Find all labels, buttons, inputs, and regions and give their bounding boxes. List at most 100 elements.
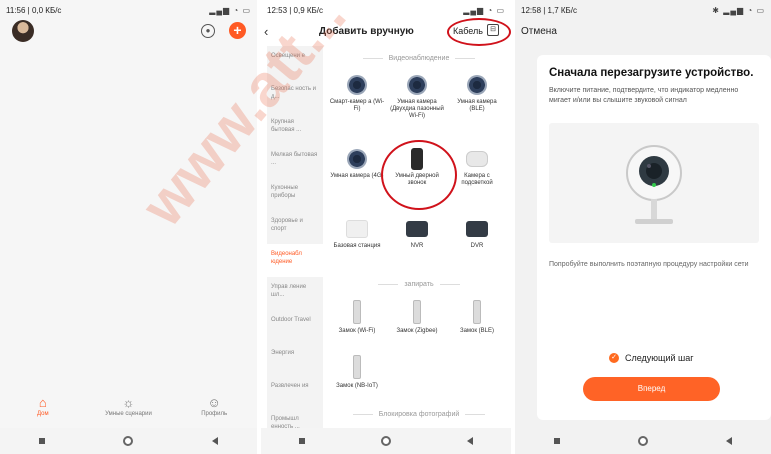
system-nav-bar [0, 428, 257, 454]
highlight-circle-cable [447, 18, 511, 46]
back-arrow-icon[interactable]: ‹ [264, 24, 268, 39]
device-label: Умная камера (BLE) [457, 99, 497, 112]
device-dualband-camera[interactable]: Умная камера (Двухдиа пазонный Wi-Fi) [389, 74, 445, 120]
sidebar-item-energy[interactable]: Энергия [267, 343, 323, 376]
section-title-lock: запирать [327, 281, 511, 291]
nvr-icon [406, 221, 428, 237]
sidebar-item-gateway[interactable]: Управ ление шл... [267, 277, 323, 310]
home-icon: ⌂ [38, 395, 47, 410]
floodlight-camera-icon [466, 151, 488, 167]
sidebar-item-lighting[interactable]: Освещени е [267, 46, 323, 79]
status-time: 12:58 | 1,7 КБ/с [521, 5, 578, 15]
lock-icon [413, 300, 421, 324]
next-step-checkbox[interactable]: ✓ Следующий шаг [609, 353, 694, 363]
page-title: Добавить вручную [319, 26, 414, 37]
status-icons: ▂▄▆ ◔ ▭ [209, 5, 251, 15]
device-dvr[interactable]: DVR [449, 218, 505, 250]
tab-profile-label: Профиль [201, 411, 228, 417]
back-button[interactable] [726, 437, 732, 445]
device-lock-ble[interactable]: Замок (BLE) [449, 299, 505, 335]
recents-button[interactable] [39, 438, 46, 444]
device-ble-camera[interactable]: Умная камера (BLE) [449, 74, 505, 113]
camera-icon [347, 75, 367, 95]
camera-illustration-svg [626, 145, 682, 224]
device-base-station[interactable]: Базовая станция [329, 218, 385, 250]
status-icons: ✱ ▂▄▆ ◔ ▭ [712, 5, 765, 15]
section-title-video: Видеонаблюдение [327, 55, 511, 65]
device-nvr[interactable]: NVR [389, 218, 445, 250]
home-button[interactable] [123, 436, 134, 446]
lock-icon [353, 355, 361, 379]
system-nav-bar [261, 428, 511, 454]
sidebar-item-outdoor[interactable]: Outdoor Travel [267, 310, 323, 343]
add-device-button[interactable]: + [229, 22, 246, 39]
cancel-button[interactable]: Отмена [521, 26, 557, 37]
phone-screen-add-device: 12:53 | 0,9 КБ/с ▂▄▆ ◔ ▭ ‹ Добавить вруч… [261, 0, 511, 454]
device-label: Замок (Zigbee) [396, 328, 438, 334]
tab-profile[interactable]: ☺ Профиль [179, 395, 249, 418]
device-label: NVR [410, 243, 424, 249]
sidebar-item-small-appliances[interactable]: Мелкая бытовая ... [267, 145, 323, 178]
tab-smart-scenes[interactable]: ☼ Умные сценарии [93, 395, 163, 418]
bottom-tab-bar: ⌂ Дом ☼ Умные сценарии ☺ Профиль [0, 394, 257, 428]
category-sidebar: Освещени е Безопас ность и д... Крупная … [267, 46, 323, 430]
phone-screen-home: 11:56 | 0,0 КБ/с ▂▄▆ ◔ ▭ ● + ⌂ Дом ☼ Умн… [0, 0, 257, 454]
device-wifi-camera[interactable]: Смарт-камер а (Wi-Fi) [329, 74, 385, 113]
camera-icon [347, 149, 367, 169]
status-bar: 12:58 | 1,7 КБ/с ✱ ▂▄▆ ◔ ▭ [515, 0, 771, 20]
sidebar-item-video[interactable]: Видеонабл юдение [267, 244, 323, 277]
sidebar-item-security[interactable]: Безопас ность и д... [267, 79, 323, 112]
lock-icon [353, 300, 361, 324]
camera-icon [467, 75, 487, 95]
status-bar: 12:53 | 0,9 КБ/с ▂▄▆ ◔ ▭ [261, 0, 511, 20]
phone-screen-reset-device: 12:58 | 1,7 КБ/с ✱ ▂▄▆ ◔ ▭ Отмена Сначал… [515, 0, 771, 454]
sidebar-item-large-appliances[interactable]: Крупная бытовая ... [267, 112, 323, 145]
device-grid: Видеонаблюдение Смарт-камер а (Wi-Fi) Ум… [327, 46, 511, 428]
tab-home-label: Дом [37, 411, 49, 417]
forward-button[interactable]: Вперед [583, 377, 720, 401]
status-time: 12:53 | 0,9 КБ/с [267, 5, 324, 15]
recents-button[interactable] [554, 438, 560, 444]
device-label: Замок (Wi-Fi) [338, 328, 376, 334]
device-lock-zigbee[interactable]: Замок (Zigbee) [389, 299, 445, 335]
base-station-icon [346, 220, 368, 238]
recents-button[interactable] [299, 438, 305, 444]
device-label: Умная камера (Двухдиа пазонный Wi-Fi) [390, 99, 444, 119]
instruction-text: Включите питание, подтвердите, что индик… [549, 87, 739, 104]
avatar[interactable] [12, 20, 34, 42]
sun-icon: ☼ [122, 395, 135, 410]
status-icons: ▂▄▆ ◔ ▭ [463, 5, 505, 15]
device-label: Замок (BLE) [459, 328, 495, 334]
status-bar: 11:56 | 0,0 КБ/с ▂▄▆ ◔ ▭ [0, 0, 257, 20]
lock-icon [473, 300, 481, 324]
back-button[interactable] [211, 437, 218, 445]
profile-icon: ☺ [207, 395, 221, 410]
next-step-label: Следующий шаг [625, 353, 694, 363]
microphone-icon[interactable]: ● [201, 24, 215, 38]
device-label: Замок (NB-IoT) [336, 383, 378, 389]
sidebar-item-health[interactable]: Здоровье и спорт [267, 211, 323, 244]
sidebar-item-kitchen[interactable]: Кухонные приборы [267, 178, 323, 211]
home-button[interactable] [381, 436, 391, 446]
device-lock-wifi[interactable]: Замок (Wi-Fi) [329, 299, 385, 335]
tab-home[interactable]: ⌂ Дом [8, 395, 78, 418]
device-label: Базовая станция [333, 243, 381, 249]
device-label: Умная камера (4G) [330, 173, 384, 179]
checkmark-icon: ✓ [609, 353, 619, 363]
camera-icon [407, 75, 427, 95]
network-hint: Попробуйте выполнить поэтапную процедуру… [549, 261, 749, 268]
back-button[interactable] [467, 437, 473, 445]
system-nav-bar [515, 428, 771, 454]
device-lock-nbiot[interactable]: Замок (NB-IoT) [329, 354, 385, 390]
instruction-card: Сначала перезагрузите устройство. Включи… [537, 55, 771, 420]
device-label: DVR [470, 243, 484, 249]
sidebar-item-entertainment[interactable]: Развлечен ия [267, 376, 323, 409]
device-label: Смарт-камер а (Wi-Fi) [329, 99, 385, 112]
camera-illustration [549, 123, 759, 243]
dvr-icon [466, 221, 488, 237]
home-button[interactable] [638, 436, 648, 446]
instruction-heading: Сначала перезагрузите устройство. [549, 67, 754, 79]
device-4g-camera[interactable]: Умная камера (4G) [329, 148, 385, 180]
device-floodlight-camera[interactable]: Камера с подсветкой [449, 148, 505, 187]
tab-smart-scenes-label: Умные сценарии [105, 411, 152, 417]
